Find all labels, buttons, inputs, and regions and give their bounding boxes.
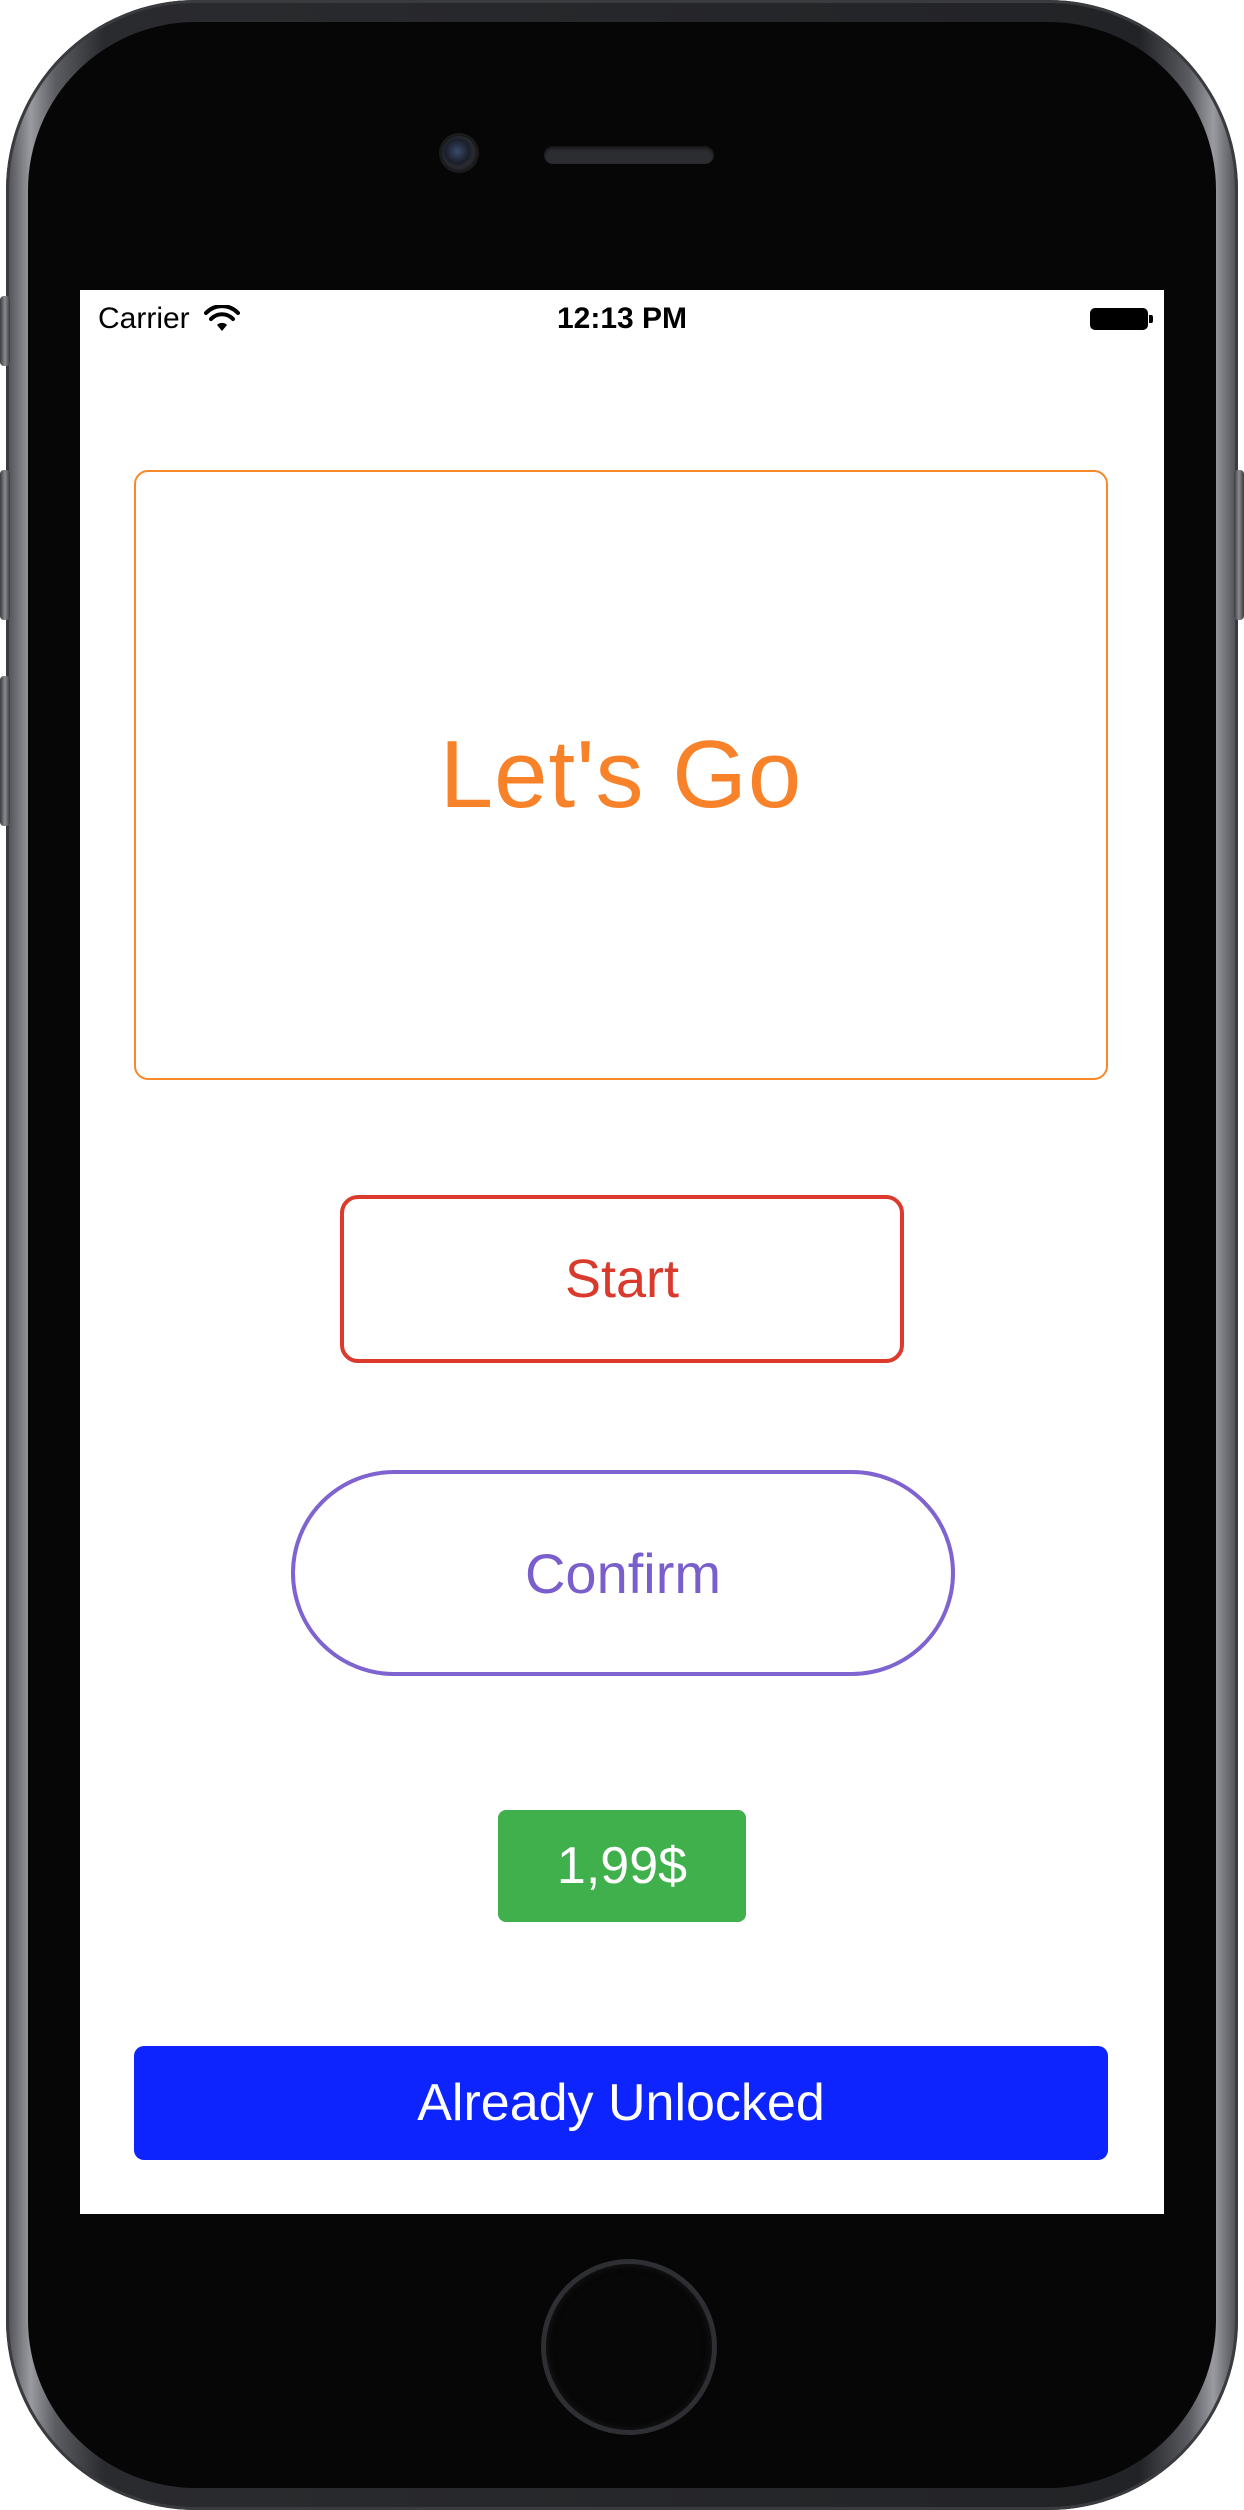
already-unlocked-button[interactable]: Already Unlocked — [134, 2046, 1108, 2160]
front-camera — [442, 136, 476, 170]
hero-box: Let's Go — [134, 470, 1108, 1080]
app-screen: Carrier 12:13 PM Let's Go Start Confirm … — [80, 290, 1164, 2214]
start-button[interactable]: Start — [340, 1195, 904, 1363]
confirm-button-label: Confirm — [524, 1541, 722, 1605]
price-button[interactable]: 1,99$ — [498, 1810, 746, 1922]
volume-down-button — [0, 676, 10, 826]
status-bar: Carrier 12:13 PM — [80, 290, 1164, 348]
confirm-button[interactable]: Confirm — [291, 1470, 955, 1676]
status-time: 12:13 PM — [556, 302, 688, 335]
power-button — [1234, 470, 1244, 620]
home-button[interactable] — [546, 2264, 712, 2430]
volume-up-button — [0, 470, 10, 620]
start-button-label: Start — [564, 1249, 680, 1309]
battery-icon — [1090, 308, 1153, 330]
earpiece-speaker — [544, 146, 714, 164]
price-button-label: 1,99$ — [556, 1837, 688, 1895]
hero-title: Let's Go — [439, 721, 803, 828]
mute-switch — [0, 296, 10, 366]
already-unlocked-label: Already Unlocked — [417, 2074, 825, 2132]
